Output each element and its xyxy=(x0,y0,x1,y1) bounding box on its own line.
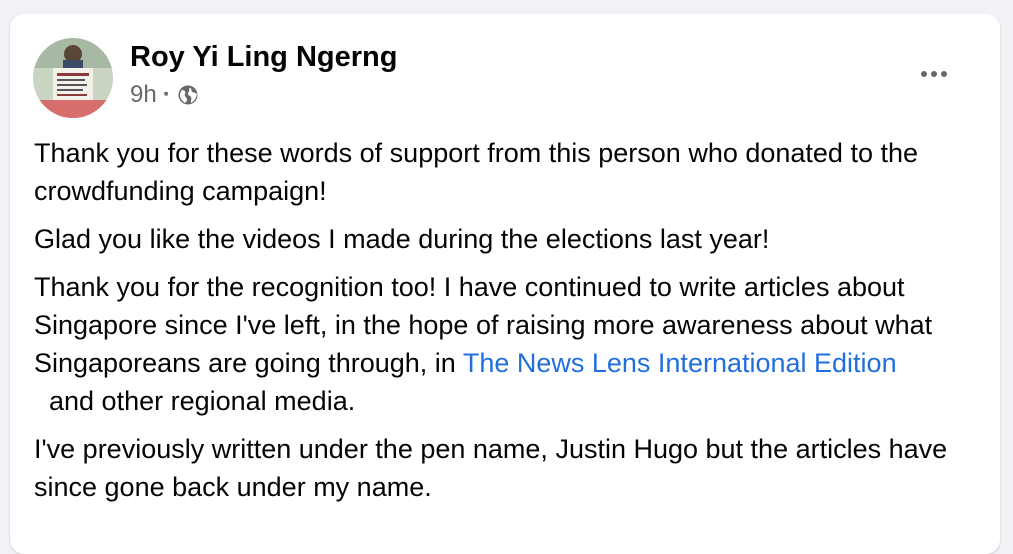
more-horizontal-icon xyxy=(941,71,947,77)
post-paragraph: Thank you for the recognition too! I hav… xyxy=(34,268,984,420)
more-horizontal-icon xyxy=(931,71,937,77)
meta-separator: · xyxy=(162,81,171,108)
post-meta: 9h · xyxy=(130,81,199,109)
post-body: Thank you for these words of support fro… xyxy=(34,134,984,516)
more-options-button[interactable] xyxy=(906,54,962,94)
author-avatar[interactable] xyxy=(33,38,113,118)
more-horizontal-icon xyxy=(921,71,927,77)
post-timestamp[interactable]: 9h xyxy=(130,81,157,109)
post-paragraph: Glad you like the videos I made during t… xyxy=(34,224,770,254)
post-paragraph: I've previously written under the pen na… xyxy=(34,434,948,502)
post-card: Roy Yi Ling Ngerng 9h · Thank you for th… xyxy=(10,14,1000,554)
news-lens-link[interactable]: The News Lens International Edition xyxy=(463,348,897,378)
paragraph-text: and other regional media. xyxy=(34,386,356,416)
author-name[interactable]: Roy Yi Ling Ngerng xyxy=(130,41,397,74)
avatar-image xyxy=(33,38,113,118)
globe-icon[interactable] xyxy=(177,84,199,106)
post-paragraph: Thank you for these words of support fro… xyxy=(34,138,918,206)
